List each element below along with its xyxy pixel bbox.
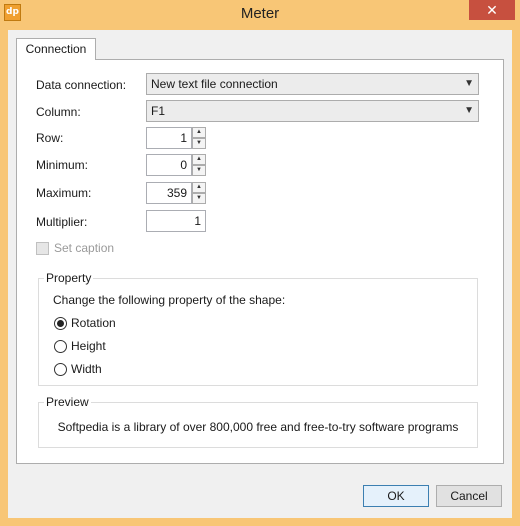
width-radio[interactable]: [54, 363, 67, 376]
data-connection-label: Data connection:: [36, 78, 127, 92]
property-instruction: Change the following property of the sha…: [53, 293, 286, 307]
window-title: Meter: [240, 5, 280, 22]
preview-text: Softpedia is a library of over 800,000 f…: [57, 420, 459, 434]
minimum-input[interactable]: 0: [146, 154, 192, 176]
meter-dialog-window: dp Meter ✕ Connection Data connection: N…: [0, 0, 520, 526]
spin-down-icon[interactable]: ▼: [192, 138, 206, 149]
maximum-spinner: ▲ ▼: [192, 182, 206, 204]
spin-down-icon[interactable]: ▼: [192, 165, 206, 176]
width-label: Width: [71, 362, 102, 376]
chevron-down-icon: ▼: [464, 105, 474, 116]
set-caption-label: Set caption: [54, 241, 115, 255]
spin-down-icon[interactable]: ▼: [192, 193, 206, 204]
data-connection-dropdown[interactable]: New text file connection ▼: [146, 73, 479, 95]
multiplier-label: Multiplier:: [36, 215, 88, 229]
title-bar[interactable]: dp Meter ✕: [0, 0, 520, 30]
minimum-spinner: ▲ ▼: [192, 154, 206, 176]
maximum-label: Maximum:: [36, 186, 92, 200]
spin-up-icon[interactable]: ▲: [192, 127, 206, 138]
row-label: Row:: [36, 131, 64, 145]
cancel-button[interactable]: Cancel: [436, 485, 502, 507]
data-connection-value: New text file connection: [151, 77, 278, 91]
row-input[interactable]: 1: [146, 127, 192, 149]
column-dropdown[interactable]: F1 ▼: [146, 100, 479, 122]
ok-button[interactable]: OK: [363, 485, 429, 507]
tab-connection[interactable]: Connection: [16, 38, 96, 60]
spin-up-icon[interactable]: ▲: [192, 182, 206, 193]
column-value: F1: [151, 104, 166, 118]
rotation-label: Rotation: [71, 316, 116, 330]
close-button[interactable]: ✕: [469, 0, 515, 20]
spin-up-icon[interactable]: ▲: [192, 154, 206, 165]
tab-panel-connection: Data connection: New text file connectio…: [16, 59, 504, 464]
multiplier-input[interactable]: 1: [146, 210, 206, 232]
set-caption-checkbox[interactable]: [36, 242, 49, 255]
height-radio[interactable]: [54, 340, 67, 353]
maximum-input[interactable]: 359: [146, 182, 192, 204]
dialog-client-area: Connection Data connection: New text fil…: [8, 30, 512, 518]
chevron-down-icon: ▼: [464, 78, 474, 89]
property-group-title: Property: [44, 271, 94, 285]
preview-group-title: Preview: [44, 395, 91, 409]
column-label: Column:: [36, 105, 81, 119]
height-label: Height: [71, 339, 106, 353]
row-spinner: ▲ ▼: [192, 127, 206, 149]
minimum-label: Minimum:: [36, 158, 89, 172]
rotation-radio[interactable]: [54, 317, 67, 330]
